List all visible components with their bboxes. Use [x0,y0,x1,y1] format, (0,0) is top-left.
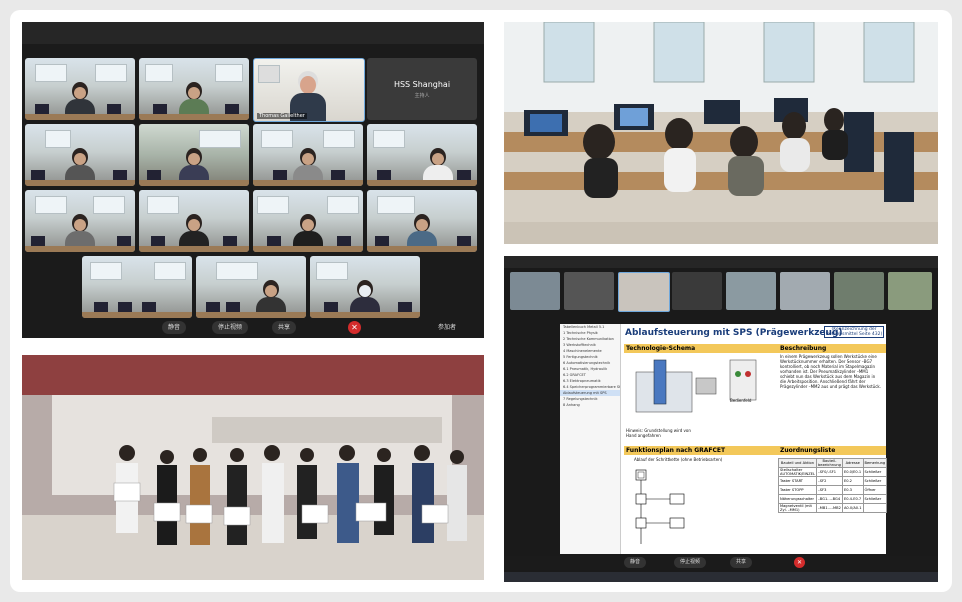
active-speaker-tile[interactable]: Thomas Gallelther [253,58,365,122]
section-zuordnung: Zuordnungsliste [778,446,886,455]
section-beschreibung: Beschreibung [778,344,886,353]
table-header: Bemerkung [862,458,888,468]
sidebar-item[interactable]: 8 Anhang [560,402,620,408]
video-conference-screenshot: Thomas Gallelther HSS Shanghai 主持人 静音 停止… [22,22,484,338]
participant-tile[interactable] [310,256,420,318]
windows-taskbar [504,572,938,582]
grafcet-diagram [635,469,685,544]
end-call-button[interactable]: ✕ [794,557,805,568]
table-row: Stellschalter AUTOMATIK/EINZEL –SF0/–SF1 E… [778,467,888,477]
share-button[interactable]: 共享 [272,321,297,334]
participant-tile[interactable] [82,256,192,318]
classroom-photo [504,22,938,244]
participant-tile[interactable] [139,190,249,252]
doc-title: Ablaufsteuerung mit SPS (Prägewerkzeug) [625,328,843,338]
table-header: Bauteil und Aktion [778,458,817,468]
shared-document-screenshot: Tabellenbuch Metall 5.1 1 Technische Phy… [504,256,938,582]
webex-title-bar [504,256,938,268]
table-row: Näherungsschalter –BG1…–BG4 E0.4-E0.7 Schli… [778,494,888,504]
meeting-menu-bar [22,32,484,44]
participant-tile[interactable] [367,190,477,252]
participant-tile[interactable] [139,58,249,120]
group-photo [22,355,484,580]
shared-document: Tabellenbuch Metall 5.1 1 Technische Phy… [560,324,888,554]
participant-tile[interactable] [25,58,135,120]
section-schema: Technologie-Schema [624,344,778,353]
table-row: Taster START –SF2 E0.2 Schließer [778,476,888,486]
meeting-controls: 静音 停止视频 共享 ✕ 参加者 [22,318,484,338]
table-header: Bauteil-bezeichnung [815,458,843,468]
table-row: Taster STOPP –SF3 E0.3 Öffner [778,485,888,495]
participant-tile[interactable] [25,124,135,186]
participant-tile[interactable] [139,124,249,186]
hss-name: HSS Shanghai [393,80,451,89]
section-grafcet: Funktionsplan nach GRAFCET [624,446,778,455]
description-text: In einem Prägewerkzeug sollen Werkstücke… [780,354,881,389]
mute-button[interactable]: 静音 [624,557,647,568]
stop-video-button[interactable]: 停止视频 [212,321,249,334]
grafcet-note: Ablauf der Schrittkette (ohne Betriebsar… [634,457,723,462]
hinweis-text: Hinweis: Grundstellung wird von Hand ang… [626,428,691,438]
webex-controls: 静音 停止视频 共享 ✕ [504,556,938,570]
group-scene [22,355,484,580]
participant-tile[interactable] [253,190,363,252]
hss-shanghai-tile[interactable]: HSS Shanghai 主持人 [367,58,477,120]
participant-name: Thomas Gallelther [257,113,307,119]
participant-tile[interactable] [196,256,306,318]
participant-tile[interactable] [367,124,477,186]
participant-strip [510,272,932,312]
mute-button[interactable]: 静音 [162,321,187,334]
classroom-scene [504,22,938,244]
table-header: Adresse [841,458,864,468]
participant-tile[interactable] [253,124,363,186]
technology-schema-diagram [635,359,757,413]
participant-tile[interactable] [25,190,135,252]
doc-reference: (Kennzeichnung der Betriebsmittel Seite … [824,326,884,338]
stop-video-button[interactable]: 停止视频 [674,557,707,568]
doc-sidebar: Tabellenbuch Metall 5.1 1 Technische Phy… [560,324,621,554]
end-call-button[interactable]: ✕ [348,321,361,334]
bedienfeld-label: Bedienfeld [730,398,752,403]
table-row: Magnetventil (mit Zyl. –MM1) –MB1…–MB2 A0.… [778,503,888,513]
share-button[interactable]: 共享 [730,557,753,568]
zuordnung-table: Bauteil und Aktion Bauteil-bezeichnung A… [778,458,888,513]
hss-role: 主持人 [414,93,430,99]
participants-button[interactable]: 参加者 [432,321,462,334]
doc-page: Ablaufsteuerung mit SPS (Prägewerkzeug) … [622,324,888,554]
